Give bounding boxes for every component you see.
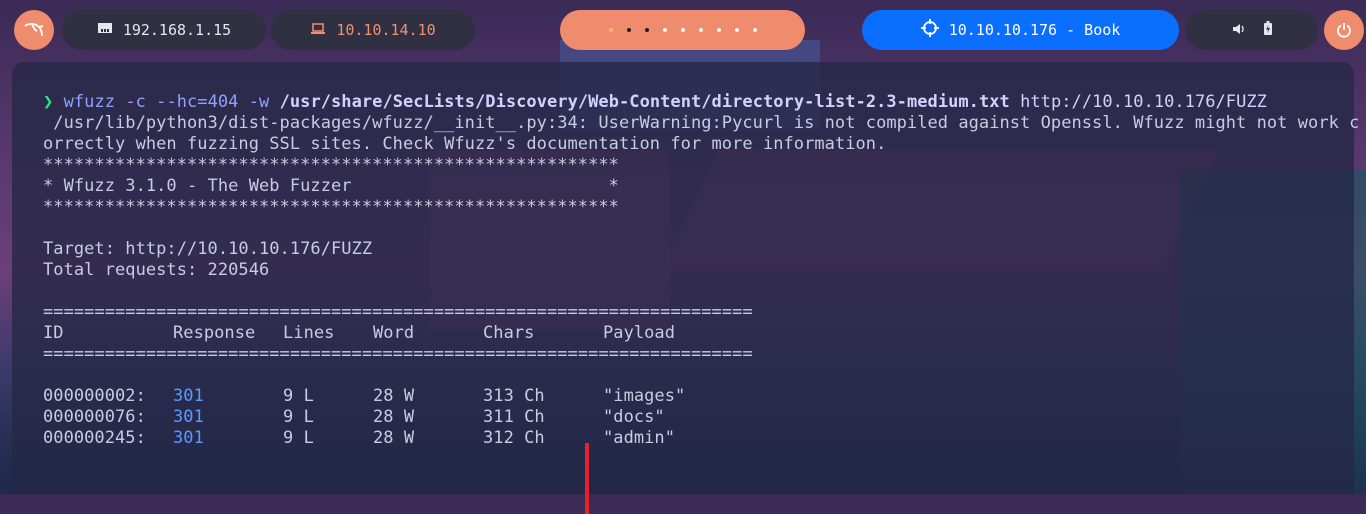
row-lines: 9 L: [283, 407, 314, 427]
command-line: ❯ wfuzz -c --hc=404 -w /usr/share/SecLis…: [43, 92, 1354, 113]
workspace-dot[interactable]: [716, 28, 721, 32]
top-bar: 192.168.1.15 10.10.14.10 10.10.10.176 - …: [0, 0, 1366, 60]
header-chars: Chars: [483, 323, 535, 343]
target-line: Target: http://10.10.10.176/FUZZ: [43, 239, 373, 259]
banner-stars: ****************************************…: [43, 155, 619, 175]
table-header: ID Response Lines Word Chars Payload: [43, 323, 1354, 344]
row-lines: 9 L: [283, 428, 314, 448]
vpn-ip-text: 10.10.14.10: [336, 21, 436, 39]
header-payload: Payload: [603, 323, 675, 343]
vpn-ip-widget[interactable]: 10.10.14.10: [271, 10, 475, 50]
prompt-symbol: ❯: [43, 92, 54, 112]
table-separator: ========================================…: [43, 344, 753, 364]
workspace-dot[interactable]: [608, 28, 613, 32]
workspace-dot[interactable]: [680, 28, 685, 32]
row-payload: "docs": [603, 407, 665, 427]
warning-line: /usr/lib/python3/dist-packages/wfuzz/__i…: [43, 113, 1360, 133]
workspace-dot[interactable]: [734, 28, 739, 32]
row-word: 28 W: [373, 407, 415, 427]
table-row: 000000002: 301 9 L 28 W 313 Ch "images": [43, 386, 1354, 407]
total-requests-line: Total requests: 220546: [43, 260, 270, 280]
workspace-dot[interactable]: [626, 28, 631, 32]
table-row: 000000076: 301 9 L 28 W 311 Ch "docs": [43, 407, 1354, 428]
header-response: Response: [173, 323, 256, 343]
row-response: 301: [173, 407, 204, 427]
network-card-icon: [97, 21, 113, 39]
banner-title: * Wfuzz 3.1.0 - The Web Fuzzer *: [43, 176, 619, 196]
workspace-dot-active[interactable]: [644, 28, 649, 32]
header-word: Word: [373, 323, 415, 343]
speaker-icon[interactable]: [1232, 21, 1246, 39]
dragon-glyph: [24, 22, 44, 37]
target-widget[interactable]: 10.10.10.176 - Book: [862, 10, 1179, 50]
header-lines: Lines: [283, 323, 335, 343]
row-word: 28 W: [373, 386, 415, 406]
workspace-dot[interactable]: [698, 28, 703, 32]
row-id: 000000002:: [43, 386, 146, 406]
crosshair-icon: [920, 19, 939, 41]
row-response: 301: [173, 386, 204, 406]
command-flags: -c --hc=404 -w: [115, 92, 280, 112]
row-lines: 9 L: [283, 386, 314, 406]
header-id: ID: [43, 323, 64, 343]
row-id: 000000245:: [43, 428, 146, 448]
workspace-dot[interactable]: [662, 28, 667, 32]
row-word: 28 W: [373, 428, 415, 448]
table-separator: ========================================…: [43, 302, 753, 322]
local-ip-widget[interactable]: 192.168.1.15: [62, 10, 266, 50]
laptop-icon: [310, 21, 326, 39]
banner-stars: ****************************************…: [43, 197, 619, 217]
battery-icon[interactable]: [1263, 21, 1272, 39]
power-icon[interactable]: [1324, 10, 1364, 50]
power-glyph: [1337, 23, 1351, 38]
row-chars: 311 Ch: [483, 407, 545, 427]
row-payload: "images": [603, 386, 686, 406]
row-chars: 313 Ch: [483, 386, 545, 406]
workspace-dot[interactable]: [752, 28, 757, 32]
row-id: 000000076:: [43, 407, 146, 427]
workspace-switcher[interactable]: [560, 10, 805, 50]
command-wordlist: /usr/share/SecLists/Discovery/Web-Conten…: [279, 92, 1010, 112]
command-url: http://10.10.10.176/FUZZ: [1009, 92, 1267, 112]
row-response: 301: [173, 428, 204, 448]
warning-line: orrectly when fuzzing SSL sites. Check W…: [43, 134, 887, 154]
table-row: 000000245: 301 9 L 28 W 312 Ch "admin": [43, 428, 1354, 449]
row-payload: "admin": [603, 428, 675, 448]
command-name: wfuzz: [63, 92, 116, 112]
terminal-window[interactable]: ❯ wfuzz -c --hc=404 -w /usr/share/SecLis…: [12, 62, 1360, 514]
highlight-bar: [585, 443, 589, 514]
local-ip-text: 192.168.1.15: [122, 21, 232, 39]
kali-dragon-icon[interactable]: [14, 10, 54, 50]
target-text: 10.10.10.176 - Book: [948, 21, 1121, 39]
system-tray: [1185, 10, 1318, 50]
